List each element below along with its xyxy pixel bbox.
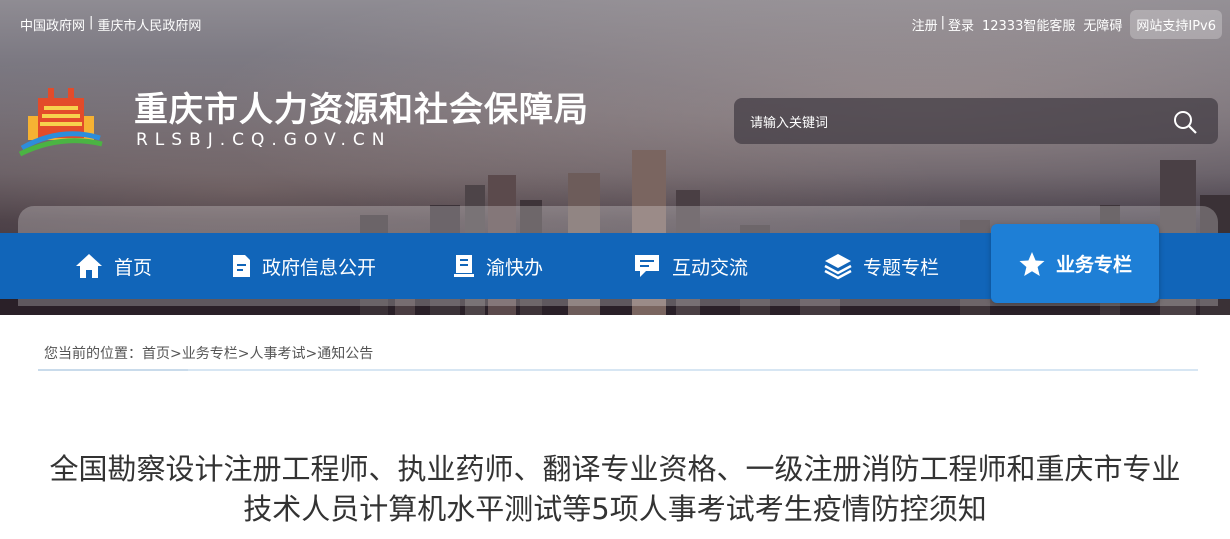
breadcrumb-exam[interactable]: 人事考试 <box>249 346 305 362</box>
nav-label-interaction: 互动交流 <box>672 256 749 279</box>
nav-item-special[interactable]: 专题专栏 <box>823 233 939 299</box>
chat-icon <box>635 255 659 277</box>
breadcrumb-notice[interactable]: 通知公告 <box>317 346 373 362</box>
breadcrumb-separator: > <box>237 346 250 362</box>
nav-item-interaction[interactable]: 互动交流 <box>632 233 748 299</box>
top-right-links: 注册 | 登录 12333智能客服 无障碍 网站支持IPv6 <box>912 10 1222 39</box>
star-icon <box>1019 251 1045 276</box>
nav-label-yukuaiban: 渝快办 <box>486 256 544 279</box>
nav-item-business[interactable]: 业务专栏 <box>991 224 1159 303</box>
top-links: 中国政府网 | 重庆市人民政府网 <box>20 15 201 34</box>
layers-icon <box>824 254 852 280</box>
nav-item-yukuaiban[interactable]: 渝快办 <box>452 233 543 299</box>
register-link[interactable]: 注册 <box>912 15 938 34</box>
search-input[interactable] <box>748 111 1152 135</box>
site-logo <box>18 88 103 157</box>
breadcrumb-home[interactable]: 首页 <box>142 346 170 362</box>
nav-label-special: 专题专栏 <box>863 256 940 279</box>
breadcrumb-section: 您当前的位置：首页>业务专栏>人事考试>通知公告 <box>0 315 1230 395</box>
top-links-separator: | <box>89 15 94 30</box>
service-link[interactable]: 12333智能客服 <box>982 15 1075 34</box>
city-gov-link[interactable]: 重庆市人民政府网 <box>97 15 201 34</box>
login-link[interactable]: 登录 <box>948 15 974 34</box>
book-icon <box>454 255 474 277</box>
nav-label-gov-info: 政府信息公开 <box>262 256 377 279</box>
ipv6-badge: 网站支持IPv6 <box>1130 10 1222 39</box>
site-title: 重庆市人力资源和社会保障局 <box>134 90 589 130</box>
breadcrumb: 您当前的位置：首页>业务专栏>人事考试>通知公告 <box>44 343 373 363</box>
nav-item-home[interactable]: 首页 <box>74 233 152 299</box>
home-icon <box>76 254 102 278</box>
gov-link[interactable]: 中国政府网 <box>20 15 85 34</box>
breadcrumb-separator: > <box>305 346 318 362</box>
breadcrumb-separator: > <box>170 346 182 362</box>
breadcrumb-divider <box>38 369 1198 371</box>
nav-label-home: 首页 <box>114 256 153 279</box>
top-right-separator: | <box>940 15 945 30</box>
article-title: 全国勘察设计注册工程师、执业药师、翻译专业资格、一级注册消防工程师和重庆市专业技… <box>49 452 1181 526</box>
nav-label-business: 业务专栏 <box>1055 254 1132 276</box>
document-icon <box>233 255 250 277</box>
search-box <box>734 98 1218 144</box>
accessibility-link[interactable]: 无障碍 <box>1083 15 1122 34</box>
site-domain: RLSBJ.CQ.GOV.CN <box>136 130 392 150</box>
search-icon[interactable] <box>1172 109 1198 135</box>
breadcrumb-prefix: 您当前的位置： <box>44 346 142 362</box>
nav-item-gov-info[interactable]: 政府信息公开 <box>230 233 376 299</box>
breadcrumb-business[interactable]: 业务专栏 <box>182 346 238 362</box>
